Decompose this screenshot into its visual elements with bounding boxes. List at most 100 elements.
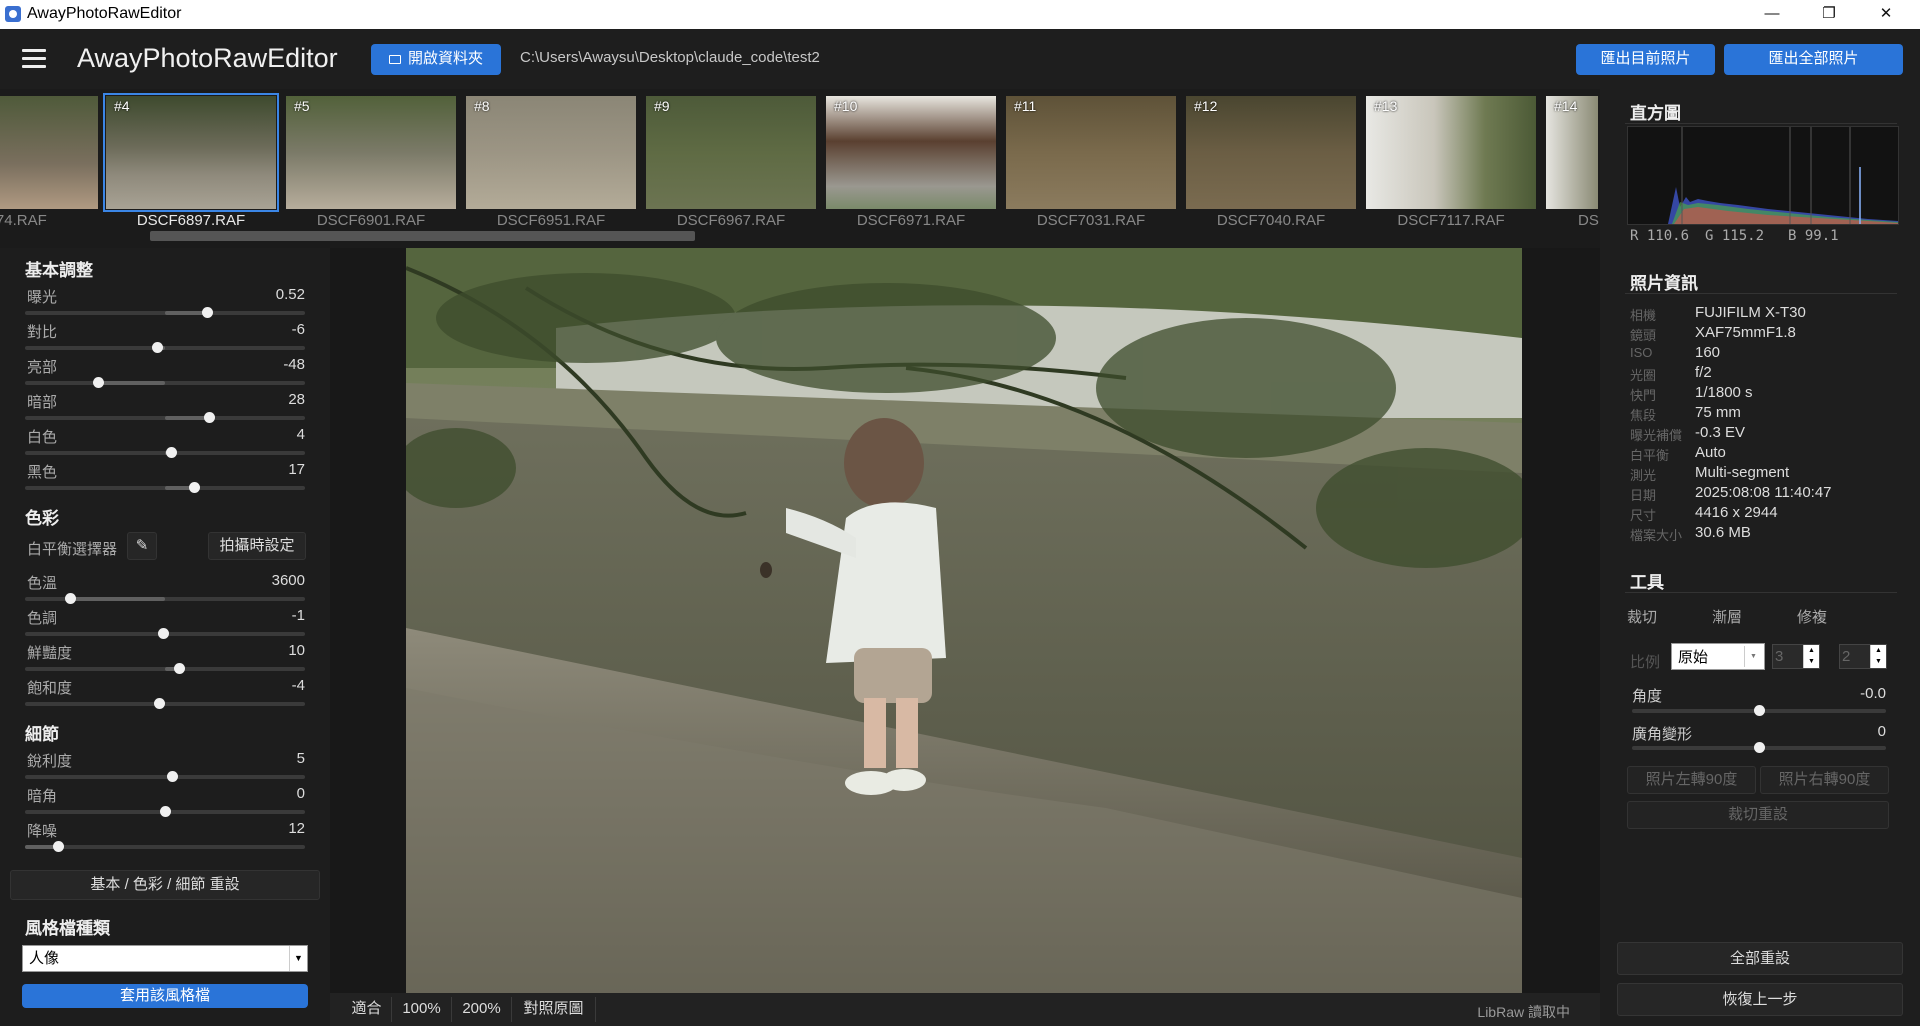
info-value: 1/1800 s [1695, 384, 1753, 401]
photo-image [406, 248, 1522, 993]
wb-picker-label: 白平衡選擇器 [27, 541, 118, 558]
crop-reset-button[interactable]: 裁切重設 [1627, 801, 1889, 829]
thumbnail[interactable]: #8 [466, 96, 636, 209]
ratio-select[interactable]: 原始 ▼ [1671, 643, 1765, 670]
slider-value: 3600 [271, 572, 305, 589]
highlights-slider[interactable] [25, 377, 305, 388]
info-key: 檔案大小 [1630, 528, 1683, 543]
rotate-left-button[interactable]: 照片左轉90度 [1627, 766, 1756, 794]
thumbnail[interactable]: #5 [286, 96, 456, 209]
thumbnail-filename: DSCF6897.RAF [136, 212, 246, 229]
open-folder-button[interactable]: 開啟資料夾 [371, 44, 501, 75]
minimize-button[interactable]: — [1744, 0, 1800, 29]
slider-value: 10 [288, 642, 305, 659]
saturation-slider[interactable] [25, 698, 305, 709]
contrast-slider[interactable] [25, 342, 305, 353]
blacks-slider[interactable] [25, 482, 305, 493]
thumbnail-filename: DSCF6971.RAF [856, 212, 966, 229]
info-key: 光圈 [1630, 368, 1657, 383]
slider-label: 飽和度 [27, 680, 73, 697]
ratio-width-value: 3 [1775, 648, 1784, 665]
export-current-button[interactable]: 匯出目前照片 [1576, 44, 1715, 75]
compare-original-button[interactable]: 對照原圖 [512, 997, 596, 1022]
close-button[interactable]: ✕ [1858, 0, 1914, 29]
wide-angle-slider[interactable] [1632, 742, 1886, 753]
divider [1625, 592, 1897, 593]
hamburger-menu-icon[interactable] [22, 49, 46, 69]
tab-heal[interactable]: 修複 [1772, 606, 1852, 627]
zoom-200-button[interactable]: 200% [452, 997, 512, 1022]
zoom-100-button[interactable]: 100% [392, 997, 452, 1022]
reset-basic-button[interactable]: 基本 / 色彩 / 細節 重設 [10, 870, 320, 900]
noise-reduction-slider[interactable] [25, 841, 305, 852]
vibrance-slider[interactable] [25, 663, 305, 674]
vignette-slider[interactable] [25, 806, 305, 817]
thumbnail-filename: DSCF6967.RAF [676, 212, 786, 229]
thumbnail-selected[interactable]: #4 [103, 93, 279, 212]
maximize-button[interactable]: ❐ [1801, 0, 1857, 29]
thumbnail-filename: DS [1578, 212, 1599, 229]
folder-icon [388, 54, 401, 64]
thumbnail[interactable]: #14 [1546, 96, 1598, 209]
view-toolbar: 適合 100% 200% 對照原圖 LibRaw 讀取中 [330, 993, 1600, 1026]
rotate-right-button[interactable]: 照片右轉90度 [1760, 766, 1889, 794]
app-title: AwayPhotoRawEditor [77, 43, 338, 73]
thumbnail[interactable]: #12 [1186, 96, 1356, 209]
color-section-title: 色彩 [25, 509, 59, 528]
histogram-chart [1627, 126, 1899, 225]
tab-gradient[interactable]: 漸層 [1687, 606, 1767, 627]
undo-button[interactable]: 恢復上一步 [1617, 983, 1903, 1016]
window-titlebar: AwayPhotoRawEditor — ❐ ✕ [0, 0, 1920, 29]
ratio-height-spinner[interactable]: 2 ▲ ▼ [1839, 644, 1887, 669]
apply-profile-button[interactable]: 套用該風格檔 [22, 984, 308, 1008]
angle-label: 角度 [1632, 688, 1663, 705]
slider-label: 白色 [27, 429, 58, 446]
info-key: 鏡頭 [1630, 328, 1657, 343]
fit-button[interactable]: 適合 [342, 997, 392, 1022]
info-value: 4416 x 2944 [1695, 504, 1778, 521]
basic-section-title: 基本調整 [25, 261, 93, 280]
spinner-arrows-icon: ▲ ▼ [1870, 645, 1886, 668]
slider-label: 銳利度 [27, 753, 73, 770]
tab-crop[interactable]: 裁切 [1602, 606, 1682, 627]
profile-select-value: 人像 [29, 950, 60, 967]
thumbnail[interactable]: #11 [1006, 96, 1176, 209]
thumbnail-filename: DSCF6951.RAF [496, 212, 606, 229]
app-icon [5, 6, 21, 22]
info-key: 測光 [1630, 468, 1657, 483]
sharpness-slider[interactable] [25, 771, 305, 782]
filmstrip-scrollbar[interactable] [150, 231, 695, 241]
slider-value: 12 [288, 820, 305, 837]
chevron-down-icon: ▼ [1744, 646, 1762, 667]
slider-label: 鮮豔度 [27, 645, 73, 662]
tools-title: 工具 [1630, 573, 1664, 592]
whites-slider[interactable] [25, 447, 305, 458]
slider-label: 曝光 [27, 289, 58, 306]
temperature-slider[interactable] [25, 593, 305, 604]
thumbnail[interactable] [0, 96, 98, 209]
eyedropper-icon[interactable]: ✎ [127, 532, 157, 560]
angle-value: -0.0 [1860, 685, 1886, 702]
as-shot-button[interactable]: 拍攝時設定 [208, 532, 306, 560]
folder-path: C:\Users\Awaysu\Desktop\claude_code\test… [520, 49, 820, 66]
info-key: 白平衡 [1630, 448, 1670, 463]
profile-select[interactable]: 人像 ▼ [22, 945, 308, 972]
histogram-b: B 99.1 [1788, 228, 1839, 244]
thumbnail[interactable]: #13 [1366, 96, 1536, 209]
angle-slider[interactable] [1632, 705, 1886, 716]
ratio-label: 比例 [1630, 654, 1661, 671]
info-value: 160 [1695, 344, 1721, 361]
info-key: 曝光補償 [1630, 428, 1683, 443]
reset-all-button[interactable]: 全部重設 [1617, 942, 1903, 975]
info-value: FUJIFILM X-T30 [1695, 304, 1806, 321]
info-value: Multi-segment [1695, 464, 1790, 481]
tint-slider[interactable] [25, 628, 305, 639]
photo-preview[interactable] [406, 248, 1522, 993]
ratio-width-spinner[interactable]: 3 ▲ ▼ [1772, 644, 1820, 669]
thumbnail[interactable]: #9 [646, 96, 816, 209]
shadows-slider[interactable] [25, 412, 305, 423]
thumbnail[interactable]: #10 [826, 96, 996, 209]
export-all-button[interactable]: 匯出全部照片 [1724, 44, 1903, 75]
info-value: XAF75mmF1.8 [1695, 324, 1796, 341]
exposure-slider[interactable] [25, 307, 305, 318]
